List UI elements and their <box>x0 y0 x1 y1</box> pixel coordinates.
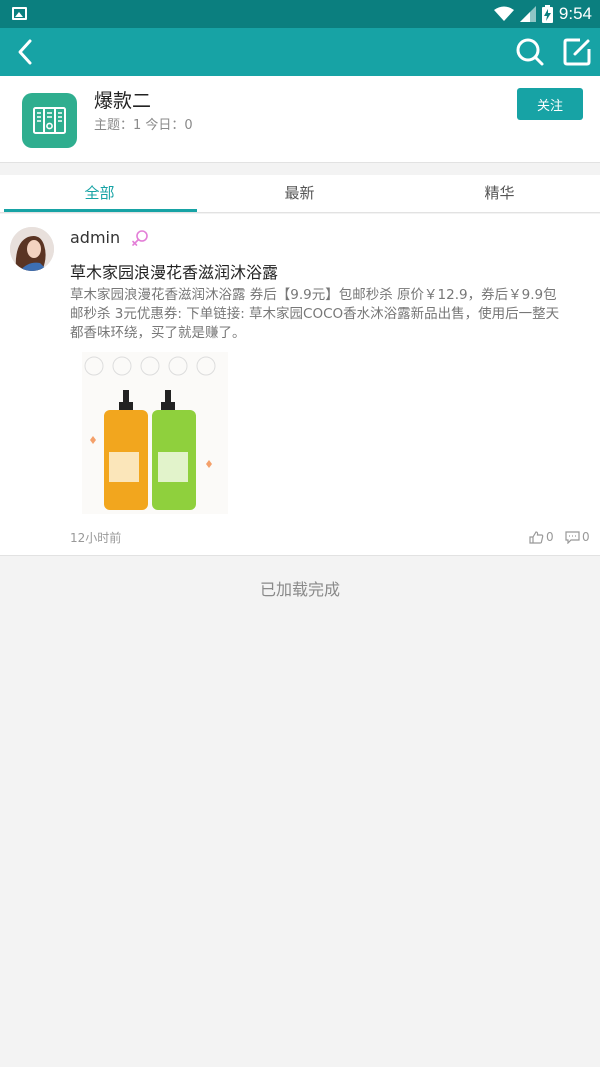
comment-counter[interactable]: 0 <box>565 530 590 544</box>
comment-icon <box>565 530 580 544</box>
thread-excerpt: 草木家园浪漫花香滋润沐浴露 券后【9.9元】包邮秒杀 原价￥12.9，券后￥9.… <box>70 287 560 341</box>
status-bar: 9:54 <box>0 0 600 28</box>
forum-header: 爆款二 主题：1 今日：0 关注 <box>0 76 600 163</box>
clock: 9:54 <box>558 4 592 23</box>
list-end-indicator: 已加载完成 <box>259 580 340 599</box>
forum-stats: 主题：1 今日：0 <box>94 118 193 133</box>
back-icon[interactable] <box>8 34 44 70</box>
edit-post-icon[interactable] <box>559 34 595 70</box>
female-gender-icon <box>132 230 148 246</box>
comment-count: 0 <box>582 530 590 544</box>
thread-tabs: 全部 最新 精华 <box>0 175 600 213</box>
avatar[interactable] <box>10 227 54 271</box>
forum-title: 爆款二 <box>94 90 152 112</box>
battery-charging-icon <box>541 5 553 23</box>
thread-timestamp: 12小时前 <box>70 531 122 545</box>
status-icons: 9:54 <box>493 3 592 25</box>
like-counter[interactable]: 0 <box>529 530 554 544</box>
tab-featured[interactable]: 精华 <box>402 175 597 213</box>
tab-all[interactable]: 全部 <box>2 175 197 213</box>
like-count: 0 <box>546 530 554 544</box>
thread-list-item[interactable]: admin 草木家园浪漫花香滋润沐浴露 草木家园浪漫花香滋润沐浴露 券后【9.9… <box>0 214 600 556</box>
image-notification-icon <box>12 7 27 20</box>
follow-button[interactable]: 关注 <box>517 88 583 120</box>
signal-icon <box>519 6 536 22</box>
author-name[interactable]: admin <box>70 228 120 247</box>
wifi-icon <box>493 6 514 21</box>
book-forum-icon <box>22 93 77 148</box>
thread-title[interactable]: 草木家园浪漫花香滋润沐浴露 <box>70 259 278 283</box>
thumbs-up-icon <box>529 530 544 544</box>
tab-latest[interactable]: 最新 <box>202 175 397 213</box>
thread-image[interactable] <box>82 352 228 514</box>
app-bar <box>0 28 600 76</box>
search-icon[interactable] <box>512 34 548 70</box>
